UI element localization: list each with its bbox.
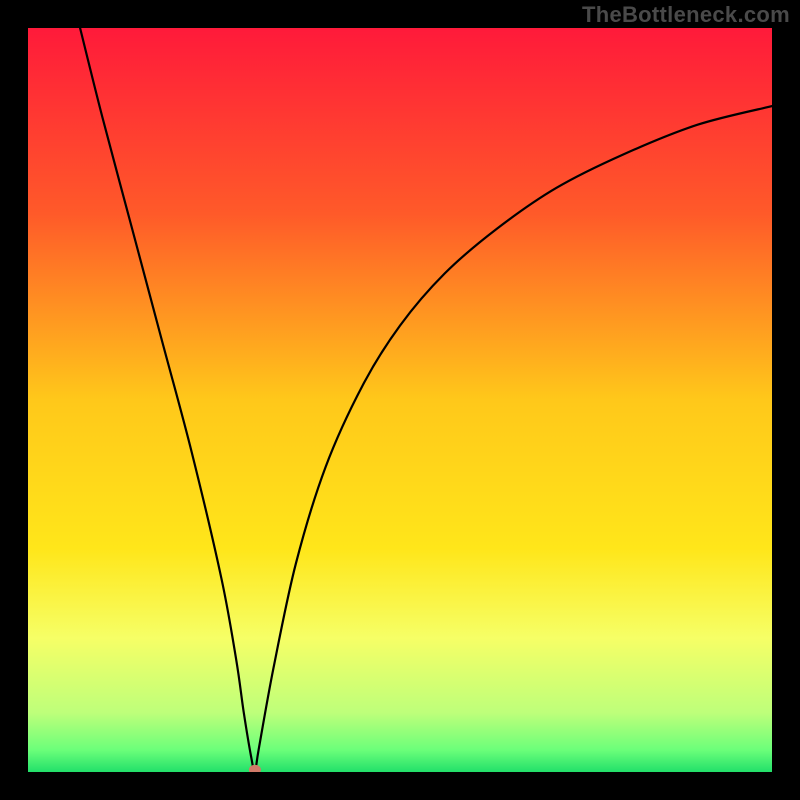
chart-svg xyxy=(28,28,772,772)
chart-frame: TheBottleneck.com xyxy=(0,0,800,800)
watermark-text: TheBottleneck.com xyxy=(582,2,790,28)
plot-area xyxy=(28,28,772,772)
